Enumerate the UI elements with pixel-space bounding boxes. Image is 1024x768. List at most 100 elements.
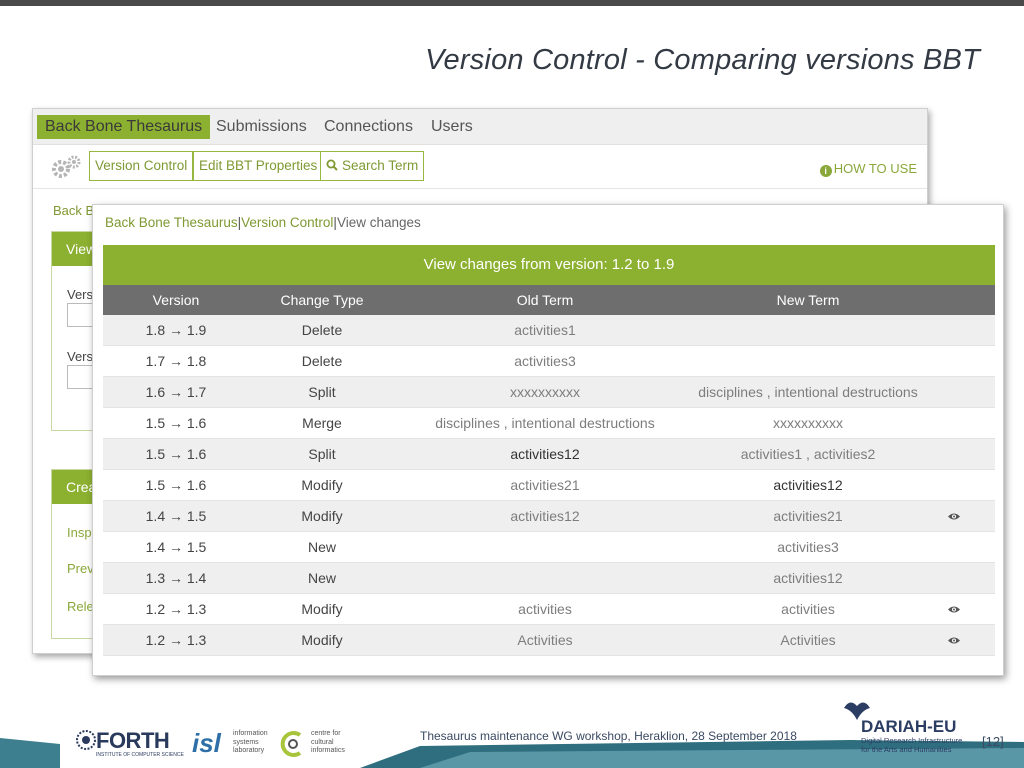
new-term-cell: xxxxxxxxxx xyxy=(773,415,843,431)
view-changes-window: Back Bone Thesaurus|Version Control|View… xyxy=(92,204,1004,676)
change-type-cell: New xyxy=(307,570,336,586)
info-icon: i xyxy=(819,165,832,177)
column-version: Version xyxy=(152,292,200,308)
version-cell: 1.3 → 1.4 xyxy=(145,570,207,586)
column-change-type: Change Type xyxy=(280,292,364,308)
version-cell: 1.5 → 1.6 xyxy=(145,477,207,493)
old-term-cell: activities21 xyxy=(510,477,580,493)
isl-text-line: laboratory xyxy=(233,747,265,754)
new-term-cell: activities12 xyxy=(773,570,843,586)
view-changes-header: View changes from version: 1.2 to 1.9 xyxy=(103,245,995,285)
page-number: [12] xyxy=(982,734,1004,749)
new-term-cell: activities3 xyxy=(777,539,839,555)
version-cell: 1.2 → 1.3 xyxy=(145,601,207,617)
cci-logo-icon xyxy=(280,731,302,757)
version-control-button[interactable]: Version Control xyxy=(89,151,194,181)
old-term-cell: activities xyxy=(518,601,572,617)
old-term-cell: activities12 xyxy=(510,508,580,524)
breadcrumb-bbt[interactable]: Back Bone Thesaurus xyxy=(105,215,238,230)
table-row: 1.8 → 1.9 Delete activities1 xyxy=(103,315,995,346)
change-type-cell: Modify xyxy=(301,601,343,617)
isl-text: information systems laboratory xyxy=(233,730,268,756)
change-type-cell: New xyxy=(307,539,336,555)
search-term-label: Search Term xyxy=(342,158,419,173)
version-cell: 1.7 → 1.8 xyxy=(145,353,207,369)
table-row: 1.7 → 1.8 Delete activities3 xyxy=(103,346,995,377)
top-nav: Back Bone Thesaurus Submissions Connecti… xyxy=(33,109,927,145)
new-term-cell: Activities xyxy=(780,632,836,648)
old-term-cell: activities3 xyxy=(514,353,576,369)
dariah-subtitle: Digital Research Infrastructure for the … xyxy=(861,736,962,754)
forth-logo: FORTH xyxy=(76,728,170,754)
toolbar: Version Control Edit BBT Properties Sear… xyxy=(33,145,927,189)
version-cell: 1.4 → 1.5 xyxy=(145,539,207,555)
column-old-term: Old Term xyxy=(516,292,574,308)
change-type-cell: Modify xyxy=(301,508,343,524)
inspect-link[interactable]: Insp xyxy=(67,525,92,540)
nav-users[interactable]: Users xyxy=(431,115,473,139)
dariah-subtitle-line: for the Arts and Humanities xyxy=(861,745,952,754)
change-type-cell: Modify xyxy=(301,477,343,493)
old-term-cell: activities1 xyxy=(514,322,576,338)
search-term-button[interactable]: Search Term xyxy=(320,151,425,181)
forth-logo-text: FORTH xyxy=(96,728,170,753)
search-icon xyxy=(326,159,338,171)
nav-back-bone-thesaurus[interactable]: Back Bone Thesaurus xyxy=(37,115,211,139)
table-header: Version Change Type Old Term New Term xyxy=(103,285,995,315)
table-row: 1.5 → 1.6 Modify activities21 activities12 xyxy=(103,470,995,501)
new-term-cell: activities1 , activities2 xyxy=(740,446,876,462)
slide-top-bar xyxy=(0,0,1024,6)
preview-link[interactable]: Prev xyxy=(67,561,94,576)
edit-bbt-properties-button[interactable]: Edit BBT Properties xyxy=(193,151,324,181)
breadcrumb-view-changes: View changes xyxy=(336,215,421,230)
forth-subtitle: INSTITUTE OF COMPUTER SCIENCE xyxy=(96,752,184,758)
table-row: 1.4 → 1.5 New activities3 xyxy=(103,532,995,563)
version-cell: 1.6 → 1.7 xyxy=(145,384,207,400)
changes-table-body: 1.8 → 1.9 Delete activities1 1.7 → 1.8 Delet… xyxy=(103,315,995,656)
version-cell: 1.8 → 1.9 xyxy=(145,322,207,338)
new-term-cell: disciplines , intentional destructions xyxy=(698,384,918,400)
table-row: 1.5 → 1.6 Merge disciplines , intentional … xyxy=(103,408,995,439)
gear-icon xyxy=(52,155,81,178)
table-row: 1.6 → 1.7 Split xxxxxxxxxx disciplines , in… xyxy=(103,377,995,408)
breadcrumb-version-control[interactable]: Version Control xyxy=(241,215,333,230)
breadcrumb: Back Bone Thesaurus|Version Control|View… xyxy=(105,215,421,230)
table-row: 1.2 → 1.3 Modify activities activities xyxy=(103,594,995,625)
change-type-cell: Merge xyxy=(302,415,342,431)
old-term-cell: activities12 xyxy=(510,446,580,462)
column-new-term: New Term xyxy=(776,292,840,308)
table-row: 1.2 → 1.3 Modify Activities Activities xyxy=(103,625,995,656)
view-eye-icon[interactable] xyxy=(947,605,961,614)
change-type-cell: Delete xyxy=(301,322,343,338)
how-to-use-link[interactable]: i HOW TO USE xyxy=(819,161,917,177)
table-row: 1.3 → 1.4 New activities12 xyxy=(103,563,995,594)
isl-logo: isl xyxy=(192,728,221,758)
table-row: 1.4 → 1.5 Modify activities12 activities21 xyxy=(103,501,995,532)
change-type-cell: Split xyxy=(308,446,336,462)
cci-text-line: cultural xyxy=(311,738,334,746)
version-cell: 1.4 → 1.5 xyxy=(145,508,207,524)
cci-text: centre for cultural informatics xyxy=(311,730,345,756)
how-to-use-label: HOW TO USE xyxy=(833,161,917,176)
nav-submissions[interactable]: Submissions xyxy=(216,115,307,139)
old-term-cell: Activities xyxy=(517,632,573,648)
new-term-cell: activities21 xyxy=(773,508,843,524)
view-eye-icon[interactable] xyxy=(947,512,961,521)
change-type-cell: Delete xyxy=(301,353,343,369)
isl-text-line: systems xyxy=(233,738,259,746)
old-term-cell: xxxxxxxxxx xyxy=(510,384,580,400)
version-cell: 1.5 → 1.6 xyxy=(145,415,207,431)
footer-text: Thesaurus maintenance WG workshop, Herak… xyxy=(420,729,797,743)
view-eye-icon[interactable] xyxy=(947,636,961,645)
dariah-logo: DARIAH-EU xyxy=(861,717,957,736)
version-cell: 1.5 → 1.6 xyxy=(145,446,207,462)
cci-text-line: informatics xyxy=(311,747,345,754)
forth-emblem-icon xyxy=(76,730,96,750)
slide-title: Version Control - Comparing versions BBT xyxy=(425,44,980,76)
new-term-cell: activities xyxy=(781,601,835,617)
change-type-cell: Split xyxy=(308,384,336,400)
nav-connections[interactable]: Connections xyxy=(324,115,413,139)
release-link[interactable]: Rele xyxy=(67,599,94,614)
old-term-cell: disciplines , intentional destructions xyxy=(435,415,655,431)
isl-text-line: information xyxy=(233,730,268,737)
